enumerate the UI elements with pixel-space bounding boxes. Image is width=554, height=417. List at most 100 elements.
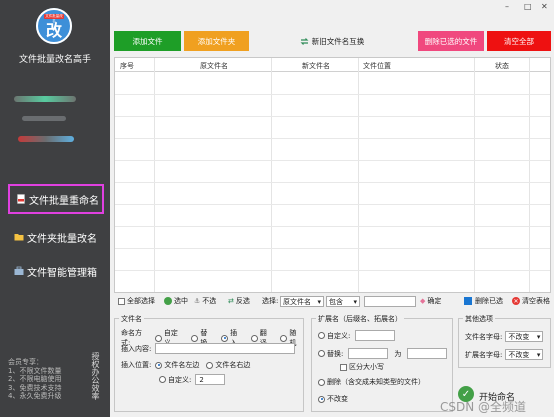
benefit-line: 1、不限文件数量 <box>8 366 62 375</box>
invert-icon: ⇄ <box>228 297 234 305</box>
insert-position-label: 插入位置: <box>121 361 152 369</box>
column-header: 状态 <box>495 62 509 70</box>
insert-content-input[interactable] <box>155 343 296 354</box>
extension-group: 扩展名（后缀名、拓展名） 自定义: 替换: 为 区分大小写 删除（含交成未知类型… <box>311 314 453 412</box>
pos-right-radio[interactable]: 文件名右边 <box>206 360 250 370</box>
app-logo: 文件批量改名 改 <box>36 8 72 44</box>
choose-dropdown[interactable]: 原文件名 ▾ <box>280 296 324 307</box>
other-options-group: 其他选项 文件名字母: 不改变 ▾ 扩展名字母: 不改变 ▾ <box>458 314 551 368</box>
choose-value: 原文件名 <box>283 297 311 306</box>
clear-all-button[interactable]: 清空全部 <box>487 31 551 51</box>
ext-delete-radio[interactable]: 删除（含交成未知类型的文件） <box>318 377 425 387</box>
pos-left-radio[interactable]: 文件名左边 <box>155 360 199 370</box>
clear-table-button[interactable]: ✕ 清空表格 <box>512 296 550 306</box>
extension-group-title: 扩展名（后缀名、拓展名） <box>316 314 404 324</box>
confirm-label: 确定 <box>427 297 442 305</box>
filter-input[interactable] <box>364 296 416 307</box>
delete-selected-label: 删除已选 <box>475 297 503 305</box>
swap-names-button[interactable]: 新旧文件名互换 <box>296 31 368 51</box>
ext-replace-to-input[interactable] <box>407 348 448 359</box>
ext-case-value: 不改变 <box>508 350 530 359</box>
blurred-text <box>14 96 76 102</box>
benefit-line: 4、永久免费升级 <box>8 392 62 400</box>
case-sensitive-checkbox[interactable]: 区分大小写 <box>349 362 384 372</box>
delete-selected-files-button[interactable]: 删除已选的文件 <box>418 31 484 51</box>
deselect-label: 不选 <box>202 297 217 305</box>
close-button[interactable]: ✕ <box>541 2 548 11</box>
nav-item-folder-rename[interactable]: 文件夹批量改名 <box>8 222 104 252</box>
select-all-label: 全部选择 <box>127 297 155 305</box>
filename-group: 文件名 命名方式: 自定义 替换 插入 翻译 随机 插入内容: 插入位置: 文件… <box>114 314 304 412</box>
nav-item-label: 文件智能管理箱 <box>27 267 97 279</box>
pos-right-label: 文件名右边 <box>215 361 251 369</box>
nav-item-label: 文件批量重命名 <box>29 195 99 207</box>
ext-custom-input[interactable] <box>355 330 396 341</box>
toolbox-icon <box>14 266 24 275</box>
contains-value: 包含 <box>329 297 343 306</box>
delete-selected-button[interactable]: 删除已选 <box>464 296 503 306</box>
sidebar: 文件批量改名 改 文件批量改名高手 文件批量重命名 文件夹批量改名 文件智能管理… <box>0 0 110 417</box>
folder-icon <box>14 234 24 241</box>
pos-left-label: 文件名左边 <box>164 361 200 369</box>
nav-item-label: 文件夹批量改名 <box>27 233 97 245</box>
custom-position-spinner[interactable]: 2 <box>195 374 226 385</box>
benefits-title: 会员专享： <box>8 358 43 366</box>
deselect-button[interactable]: ⚓ 不选 <box>194 296 216 306</box>
contains-dropdown[interactable]: 包含 ▾ <box>326 296 360 307</box>
name-case-value: 不改变 <box>508 332 530 341</box>
name-case-dropdown[interactable]: 不改变 ▾ <box>505 331 544 342</box>
document-icon <box>17 194 25 204</box>
pos-custom-radio[interactable]: 自定义: <box>159 375 191 385</box>
select-all-checkbox[interactable]: 全部选择 <box>118 296 155 306</box>
invert-button[interactable]: ⇄ 反选 <box>228 296 250 306</box>
add-folder-button[interactable]: 添加文件夹 <box>184 31 249 51</box>
ext-custom-label: 自定义: <box>327 331 351 340</box>
invert-label: 反选 <box>235 297 250 305</box>
benefit-line: 2、不限电脑使用 <box>8 375 62 383</box>
filename-group-title: 文件名 <box>119 314 144 324</box>
confirm-button[interactable]: ◆ 确定 <box>420 296 441 306</box>
clear-icon: ✕ <box>512 297 520 305</box>
logo-badge: 文件批量改名 <box>44 14 64 23</box>
select-label: 选中 <box>174 297 188 305</box>
file-table[interactable]: 序号 原文件名 新文件名 文件位置 状态 <box>114 57 551 293</box>
column-header: 文件位置 <box>363 62 391 70</box>
ext-unchanged-label: 不改变 <box>327 395 348 403</box>
minimize-button[interactable]: – <box>505 2 509 11</box>
blurred-text <box>18 136 74 142</box>
blurred-text <box>22 116 66 121</box>
delete-icon <box>464 297 472 305</box>
ext-unchanged-radio[interactable]: 不改变 <box>318 394 348 404</box>
check-icon <box>164 297 172 305</box>
select-button[interactable]: 选中 <box>164 296 188 306</box>
chevron-down-icon: ▾ <box>536 332 541 341</box>
ext-case-dropdown[interactable]: 不改变 ▾ <box>505 349 544 360</box>
watermark: CSDN @全频道 <box>440 400 527 414</box>
add-file-button[interactable]: 添加文件 <box>114 31 181 51</box>
chevron-down-icon: ▾ <box>317 297 321 306</box>
benefit-line: 3、免费技术支持 <box>8 383 62 392</box>
ext-replace-radio[interactable]: 替换: <box>318 349 343 359</box>
nav-item-file-rename[interactable]: 文件批量重命名 <box>8 184 104 214</box>
table-header: 序号 原文件名 新文件名 文件位置 状态 <box>115 58 550 72</box>
swap-names-label: 新旧文件名互换 <box>311 36 365 46</box>
column-header: 序号 <box>120 62 134 70</box>
ext-delete-label: 删除（含交成未知类型的文件） <box>327 378 425 386</box>
chevron-down-icon: ▾ <box>353 297 357 306</box>
ext-custom-radio[interactable]: 自定义: <box>318 331 350 341</box>
anchor-icon: ⚓ <box>194 297 201 305</box>
other-options-title: 其他选项 <box>463 314 495 324</box>
pos-custom-label: 自定义: <box>168 375 192 384</box>
app-title: 文件批量改名高手 <box>18 55 91 65</box>
name-case-label: 文件名字母: <box>465 332 503 341</box>
nav-item-smart-manager[interactable]: 文件智能管理箱 <box>8 256 104 286</box>
ext-replace-from-input[interactable] <box>348 348 389 359</box>
action-bar: 全部选择 选中 ⚓ 不选 ⇄ 反选 选择: 原文件名 ▾ 包含 ▾ ◆ 确定 删除已… <box>114 295 551 309</box>
ext-to-label: 为 <box>394 349 402 358</box>
chevron-down-icon: ▾ <box>536 350 541 359</box>
column-header: 原文件名 <box>200 62 228 70</box>
maximize-button[interactable]: □ <box>524 2 532 11</box>
swap-icon <box>300 37 309 45</box>
insert-content-label: 插入内容: <box>121 344 152 353</box>
choose-label: 选择: <box>262 297 279 305</box>
